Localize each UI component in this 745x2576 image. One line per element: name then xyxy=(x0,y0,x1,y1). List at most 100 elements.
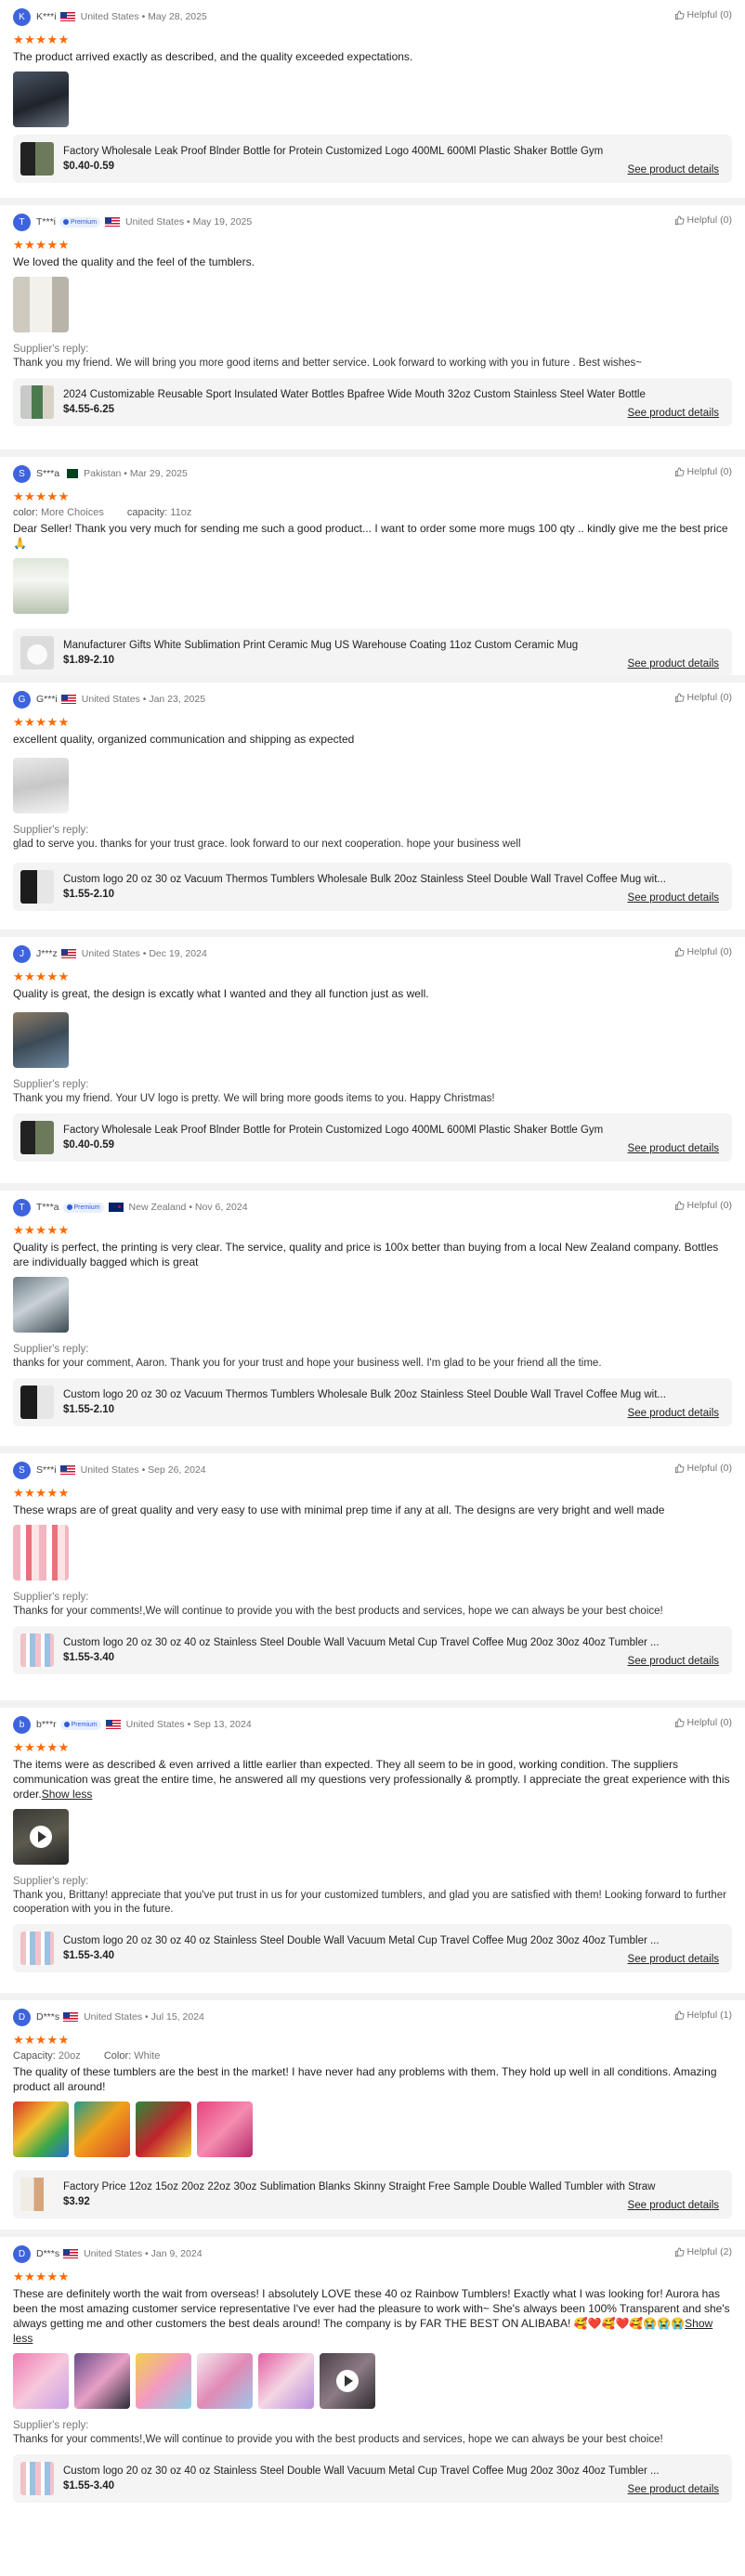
product-card[interactable]: Custom logo 20 oz 30 oz Vacuum Thermos T… xyxy=(13,1378,732,1426)
review-image[interactable] xyxy=(136,2353,191,2409)
review-image[interactable] xyxy=(13,1277,69,1333)
rating-stars: ★★★★★ xyxy=(13,2033,70,2047)
show-less-link[interactable]: Show less xyxy=(42,1788,93,1801)
product-card[interactable]: Factory Wholesale Leak Proof Blnder Bott… xyxy=(13,1113,732,1162)
reviewer-name: T***a xyxy=(36,1202,59,1213)
see-product-details-link[interactable]: See product details xyxy=(628,892,719,904)
review-image[interactable] xyxy=(13,758,69,813)
review-divider xyxy=(0,1446,745,1453)
see-product-details-link[interactable]: See product details xyxy=(628,2200,719,2211)
review-date: Sep 26, 2024 xyxy=(148,1464,206,1476)
helpful-label: Helpful xyxy=(686,1463,718,1474)
supplier-reply-label: Supplier's reply: xyxy=(13,344,89,355)
supplier-reply-text: Thank you my friend. We will bring you m… xyxy=(13,358,643,369)
review-country: United States xyxy=(80,11,139,22)
product-card[interactable]: Custom logo 20 oz 30 oz 40 oz Stainless … xyxy=(13,1924,732,1972)
product-card[interactable]: Factory Price 12oz 15oz 20oz 22oz 30oz S… xyxy=(13,2170,732,2218)
helpful-button[interactable]: Helpful (0) xyxy=(674,692,732,703)
supplier-reply-text: thanks for your comment, Aaron. Thank yo… xyxy=(13,1358,602,1369)
pakistan-flag-icon xyxy=(63,469,79,478)
product-card[interactable]: Custom logo 20 oz 30 oz 40 oz Stainless … xyxy=(13,1626,732,1674)
supplier-reply-label: Supplier's reply: xyxy=(13,1592,89,1603)
product-card[interactable]: Custom logo 20 oz 30 oz 40 oz Stainless … xyxy=(13,2454,732,2503)
helpful-button[interactable]: Helpful (0) xyxy=(674,9,732,20)
review-image[interactable] xyxy=(13,1012,69,1068)
product-card[interactable]: 2024 Customizable Reusable Sport Insulat… xyxy=(13,378,732,426)
helpful-label: Helpful xyxy=(686,466,718,477)
review-image[interactable] xyxy=(13,2101,69,2157)
us-flag-icon xyxy=(60,949,76,958)
see-product-details-link[interactable]: See product details xyxy=(628,2484,719,2495)
product-thumbnail xyxy=(20,636,54,670)
see-product-details-link[interactable]: See product details xyxy=(628,1408,719,1419)
helpful-label: Helpful xyxy=(686,2246,718,2257)
product-price: $1.55-2.10 xyxy=(63,889,114,900)
review-date: Mar 29, 2025 xyxy=(129,468,188,479)
supplier-reply-label: Supplier's reply: xyxy=(13,825,89,836)
product-thumbnail xyxy=(20,870,54,904)
see-product-details-link[interactable]: See product details xyxy=(628,658,719,670)
see-product-details-link[interactable]: See product details xyxy=(628,1954,719,1965)
review-images xyxy=(13,1012,732,1068)
product-card[interactable]: Custom logo 20 oz 30 oz Vacuum Thermos T… xyxy=(13,863,732,911)
review-date: May 28, 2025 xyxy=(148,11,207,22)
review-image[interactable] xyxy=(13,72,69,127)
review-image[interactable] xyxy=(74,2101,130,2157)
review-card: D D***s United States • Jan 9, 2024 Help… xyxy=(0,2237,745,2510)
helpful-button[interactable]: Helpful (0) xyxy=(674,1463,732,1474)
review-video[interactable] xyxy=(320,2353,375,2409)
rating-stars: ★★★★★ xyxy=(13,715,70,729)
review-image[interactable] xyxy=(13,558,69,614)
avatar: S xyxy=(13,1461,31,1479)
see-product-details-link[interactable]: See product details xyxy=(628,1143,719,1154)
helpful-label: Helpful xyxy=(686,692,718,703)
helpful-button[interactable]: Helpful (0) xyxy=(674,1717,732,1728)
review-country: United States xyxy=(125,216,185,228)
helpful-count: (0) xyxy=(720,1717,732,1728)
review-text: We loved the quality and the feel of the… xyxy=(13,255,255,268)
attr-value: 11oz xyxy=(170,507,192,518)
helpful-button[interactable]: Helpful (0) xyxy=(674,466,732,477)
helpful-button[interactable]: Helpful (0) xyxy=(674,1200,732,1211)
helpful-button[interactable]: Helpful (0) xyxy=(674,215,732,226)
rating-stars: ★★★★★ xyxy=(13,1740,70,1754)
review-image[interactable] xyxy=(197,2353,253,2409)
review-card: S S***i United States • Sep 26, 2024 Hel… xyxy=(0,1453,745,1700)
review-image[interactable] xyxy=(74,2353,130,2409)
review-image[interactable] xyxy=(13,2353,69,2409)
see-product-details-link[interactable]: See product details xyxy=(628,164,719,176)
product-card[interactable]: Factory Wholesale Leak Proof Blnder Bott… xyxy=(13,135,732,183)
reviewer-name: D***s xyxy=(36,2011,60,2023)
helpful-button[interactable]: Helpful (2) xyxy=(674,2246,732,2257)
review-image[interactable] xyxy=(136,2101,191,2157)
product-card[interactable]: Manufacturer Gifts White Sublimation Pri… xyxy=(13,629,732,677)
play-icon xyxy=(336,2370,359,2392)
avatar: D xyxy=(13,2244,31,2263)
review-video[interactable] xyxy=(13,1809,69,1865)
review-image[interactable] xyxy=(258,2353,314,2409)
supplier-reply-text: Thank you my friend. Your UV logo is pre… xyxy=(13,1093,495,1104)
product-title: Custom logo 20 oz 30 oz 40 oz Stainless … xyxy=(63,2465,660,2477)
review-image[interactable] xyxy=(13,277,69,332)
supplier-reply-text: Thanks for your comments!,We will contin… xyxy=(13,2434,663,2445)
supplier-reply-label: Supplier's reply: xyxy=(13,1876,89,1887)
helpful-count: (1) xyxy=(720,2010,732,2021)
review-images xyxy=(13,1809,732,1865)
review-image[interactable] xyxy=(13,1525,69,1581)
supplier-reply-text: glad to serve you. thanks for your trust… xyxy=(13,839,521,850)
review-date: Sep 13, 2024 xyxy=(193,1719,252,1730)
see-product-details-link[interactable]: See product details xyxy=(628,408,719,419)
premium-badge: Premium xyxy=(59,216,101,228)
helpful-button[interactable]: Helpful (0) xyxy=(674,946,732,957)
avatar: T xyxy=(13,213,31,231)
attr-name: Capacity: xyxy=(13,2050,56,2062)
review-header: D D***s United States • Jan 9, 2024 xyxy=(13,2244,732,2263)
review-country: Pakistan xyxy=(84,468,122,479)
attr-value: 20oz xyxy=(58,2050,81,2062)
review-divider xyxy=(0,930,745,937)
see-product-details-link[interactable]: See product details xyxy=(628,1656,719,1667)
review-image[interactable] xyxy=(197,2101,253,2157)
review-header: T T***a Premium New Zealand • Nov 6, 202… xyxy=(13,1198,732,1216)
reviewer-name: J***z xyxy=(36,948,58,959)
helpful-button[interactable]: Helpful (1) xyxy=(674,2010,732,2021)
